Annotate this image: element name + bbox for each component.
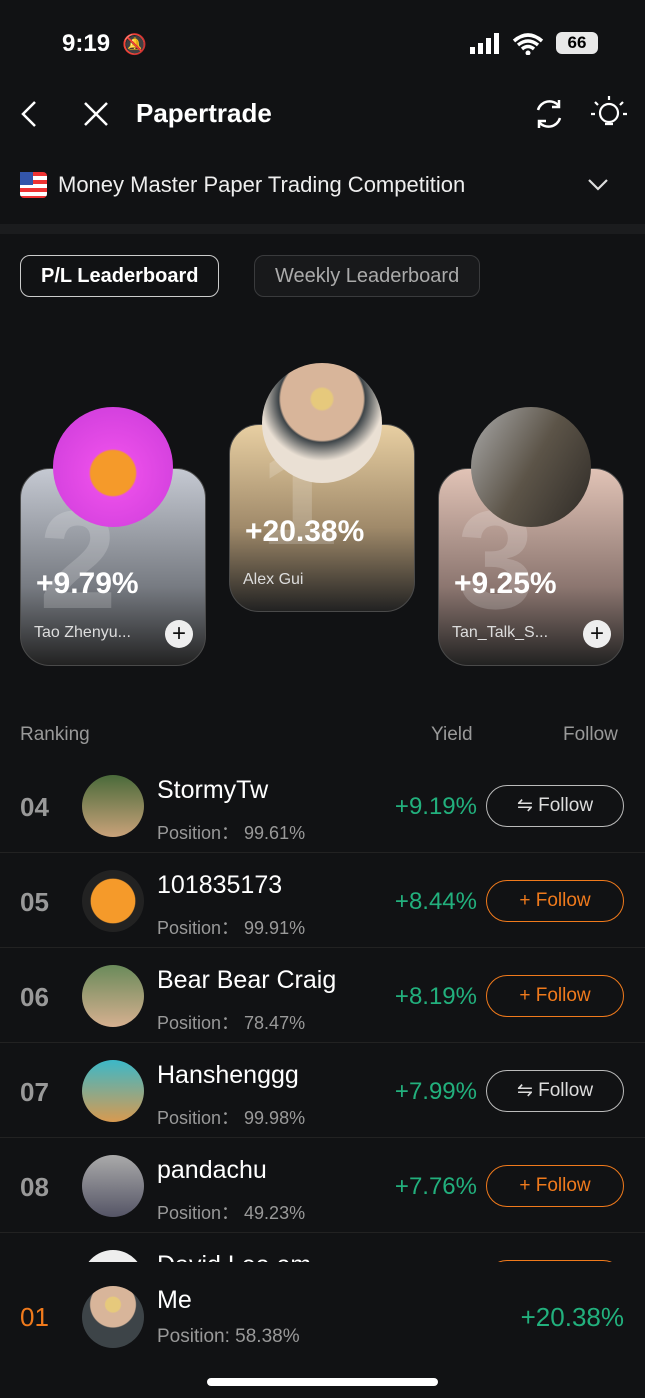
user-position: Position： 78.47% [157, 1013, 306, 1033]
user-yield: +7.76% [394, 1173, 477, 1200]
podium-yield: +9.25% [454, 567, 557, 600]
status-time: 9:19 [62, 30, 111, 57]
user-name: pandachu [157, 1156, 267, 1184]
user-position: Position： 99.61% [157, 823, 306, 843]
signal-wifi-icon [470, 33, 544, 55]
rank: 06 [20, 982, 49, 1012]
avatar [82, 870, 144, 932]
bell-muted-icon: 🔕 [122, 34, 147, 56]
podium-name: Alex Gui [243, 571, 304, 588]
avatar [53, 407, 173, 527]
tab-weekly-leaderboard[interactable]: Weekly Leaderboard [254, 255, 481, 297]
user-position: Position： 49.23% [157, 1203, 306, 1223]
follow-plus-button[interactable]: + [165, 620, 193, 648]
table-row[interactable]: 05 101835173 Position： 99.91% +8.44% + F… [0, 853, 645, 948]
avatar [82, 775, 144, 837]
my-name: Me [157, 1286, 192, 1314]
header-follow: Follow [563, 724, 618, 745]
user-name: 101835173 [157, 871, 283, 899]
table-row[interactable]: 07 Hanshenggg Position： 99.98% +7.99% ⇋ … [0, 1043, 645, 1138]
user-position: Position： 99.91% [157, 918, 306, 938]
home-indicator [207, 1378, 438, 1386]
back-icon[interactable] [18, 100, 40, 128]
follow-plus-button[interactable]: + [583, 620, 611, 648]
podium-yield: +20.38% [245, 515, 365, 548]
page-title: Papertrade [136, 98, 272, 128]
user-name: Bear Bear Craig [157, 966, 337, 994]
podium-yield: +9.79% [36, 567, 139, 600]
avatar [82, 1155, 144, 1217]
user-yield: +9.19% [394, 793, 477, 820]
header-yield: Yield [431, 724, 473, 745]
battery-indicator: 66 [556, 32, 598, 54]
user-yield: +7.99% [394, 1078, 477, 1105]
rank: 05 [20, 887, 49, 917]
table-row[interactable]: 06 Bear Bear Craig Position： 78.47% +8.1… [0, 948, 645, 1043]
follow-button[interactable]: ⇋ Follow [486, 1070, 624, 1112]
us-flag-icon [20, 172, 47, 198]
tab-pl-leaderboard[interactable]: P/L Leaderboard [20, 255, 220, 297]
user-name: StormyTw [157, 776, 269, 804]
competition-selector[interactable]: Money Master Paper Trading Competition [58, 172, 465, 198]
avatar [471, 407, 591, 527]
my-position: Position: 58.38% [157, 1326, 300, 1347]
chevron-down-icon[interactable] [587, 178, 609, 192]
rank: 07 [20, 1077, 49, 1107]
rank: 08 [20, 1172, 49, 1202]
follow-button[interactable]: + Follow [486, 880, 624, 922]
user-position: Position： 99.98% [157, 1108, 306, 1128]
rank: 04 [20, 792, 49, 822]
lightbulb-icon[interactable] [590, 94, 628, 132]
table-row[interactable]: 04 StormyTw Position： 99.61% +9.19% ⇋ Fo… [0, 758, 645, 853]
follow-button[interactable]: + Follow [486, 1165, 624, 1207]
podium-name: Tan_Talk_S... [452, 624, 549, 641]
table-row[interactable]: 08 pandachu Position： 49.23% +7.76% + Fo… [0, 1138, 645, 1233]
user-yield: +8.44% [394, 888, 477, 915]
my-yield: +20.38% [520, 1302, 624, 1332]
user-yield: +8.19% [394, 983, 477, 1010]
my-rank: 01 [20, 1302, 49, 1332]
avatar [82, 965, 144, 1027]
avatar [82, 1286, 144, 1348]
header-ranking: Ranking [20, 724, 90, 745]
podium-name: Tao Zhenyu... [34, 624, 131, 641]
follow-button[interactable]: + Follow [486, 975, 624, 1017]
refresh-icon[interactable] [532, 97, 566, 131]
close-icon[interactable] [82, 100, 110, 128]
follow-button[interactable]: ⇋ Follow [486, 785, 624, 827]
avatar [82, 1060, 144, 1122]
user-name: Hanshenggg [157, 1061, 299, 1089]
avatar [262, 363, 382, 483]
divider [0, 224, 645, 234]
